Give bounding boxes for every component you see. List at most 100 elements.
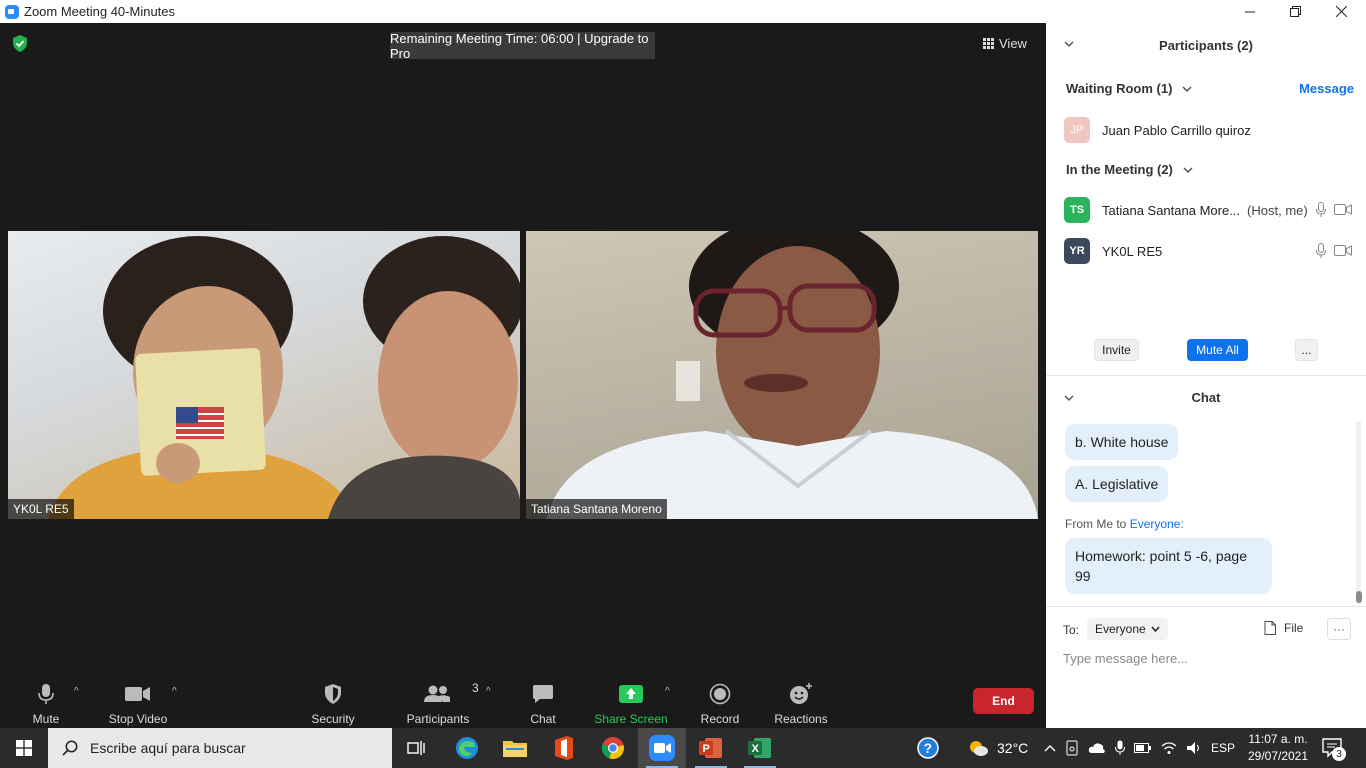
recipient-value: Everyone xyxy=(1095,622,1146,636)
audio-options-caret[interactable]: ^ xyxy=(74,686,79,697)
security-label: Security xyxy=(311,712,355,726)
notifications-button[interactable]: 3 xyxy=(1322,738,1346,763)
mute-button[interactable]: Mute xyxy=(28,682,64,726)
taskbar-edge[interactable] xyxy=(443,728,491,768)
file-button[interactable]: File xyxy=(1264,621,1303,635)
invite-button[interactable]: Invite xyxy=(1094,339,1139,361)
svg-text:?: ? xyxy=(924,740,933,756)
powerpoint-icon: P xyxy=(699,738,722,758)
weather-temperature: 32°C xyxy=(997,740,1029,756)
chevron-down-icon xyxy=(1182,85,1192,92)
weather-widget[interactable]: 32°C xyxy=(967,728,1028,768)
taskbar-file-explorer[interactable] xyxy=(491,728,539,768)
video-camera-icon xyxy=(125,687,150,701)
close-button[interactable] xyxy=(1318,0,1364,23)
view-label: View xyxy=(999,35,1027,51)
edge-browser-icon xyxy=(456,737,478,759)
recipient-dropdown[interactable]: Everyone xyxy=(1087,618,1168,640)
share-options-caret[interactable]: ^ xyxy=(665,686,670,697)
view-button[interactable]: View xyxy=(983,33,1027,53)
waiting-participant-row[interactable]: JP Juan Pablo Carrillo quiroz xyxy=(1064,117,1354,143)
stop-video-label: Stop Video xyxy=(108,712,168,726)
participant-row[interactable]: TS Tatiana Santana More... (Host, me) xyxy=(1064,197,1354,223)
input-language[interactable]: ESP xyxy=(1211,741,1235,755)
chat-recipient: Everyone: xyxy=(1129,517,1184,531)
task-view-button[interactable] xyxy=(392,728,440,768)
taskbar-excel[interactable]: X xyxy=(736,728,784,768)
security-button[interactable]: Security xyxy=(309,682,357,726)
reactions-smiley-icon xyxy=(790,683,812,704)
taskbar-clock[interactable]: 11:07 a. m. 29/07/2021 xyxy=(1244,731,1312,765)
maximize-button[interactable] xyxy=(1272,0,1318,23)
avatar: JP xyxy=(1064,117,1090,143)
chat-more-button[interactable]: ··· xyxy=(1327,618,1351,640)
chat-from-prefix: From Me to xyxy=(1065,517,1127,531)
file-label: File xyxy=(1284,621,1304,635)
more-options-button[interactable]: ... xyxy=(1295,339,1318,361)
participant-name: YK0L RE5 xyxy=(1102,243,1163,259)
collapse-chat-chevron-icon[interactable] xyxy=(1064,391,1074,405)
microphone-icon[interactable] xyxy=(1115,740,1125,756)
tile-name-label: Tatiana Santana Moreno xyxy=(526,499,667,519)
collapse-participants-chevron-icon[interactable] xyxy=(1064,37,1074,51)
participants-count: 3 xyxy=(472,681,479,695)
taskbar-chrome[interactable] xyxy=(589,728,637,768)
reactions-label: Reactions xyxy=(774,712,828,726)
participant-row[interactable]: YR YK0L RE5 xyxy=(1064,238,1354,264)
chat-message-input[interactable] xyxy=(1063,647,1348,669)
meeting-timer-banner[interactable]: Remaining Meeting Time: 06:00 | Upgrade … xyxy=(390,31,655,61)
taskbar-zoom[interactable] xyxy=(638,728,686,768)
video-options-caret[interactable]: ^ xyxy=(172,686,177,697)
chat-button[interactable]: Chat xyxy=(526,682,560,726)
share-screen-button[interactable]: Share Screen xyxy=(594,682,668,726)
participants-button[interactable]: 3 Participants xyxy=(405,681,479,726)
in-meeting-header[interactable]: In the Meeting (2) xyxy=(1066,162,1193,177)
microphone-icon[interactable] xyxy=(1316,202,1326,218)
waiting-room-header[interactable]: Waiting Room (1) xyxy=(1066,81,1192,96)
system-tray-icons: ESP xyxy=(1044,728,1235,768)
video-tile-yk0l[interactable]: YK0L RE5 xyxy=(8,231,520,519)
participants-icon xyxy=(424,685,450,702)
participants-title: Participants (2) xyxy=(1159,37,1253,53)
chrome-icon xyxy=(601,737,624,760)
taskbar-office[interactable] xyxy=(540,728,588,768)
video-camera-icon[interactable] xyxy=(1334,204,1352,215)
message-waiting-room-link[interactable]: Message xyxy=(1299,81,1354,96)
chat-message: Homework: point 5 -6, page 99 xyxy=(1065,538,1272,594)
participant-name: Tatiana Santana More... xyxy=(1102,202,1241,218)
record-button[interactable]: Record xyxy=(700,682,740,726)
participants-options-caret[interactable]: ^ xyxy=(486,686,491,697)
taskbar-powerpoint[interactable]: P xyxy=(687,728,735,768)
cloud-icon[interactable] xyxy=(1088,742,1106,754)
participants-label: Participants xyxy=(406,712,470,726)
windows-logo-icon xyxy=(16,740,32,756)
wifi-icon[interactable] xyxy=(1161,741,1177,755)
minimize-button[interactable] xyxy=(1227,0,1273,23)
zoom-app-icon xyxy=(5,4,19,19)
chat-scrollbar-track[interactable] xyxy=(1356,421,1361,603)
panel-divider xyxy=(1046,375,1366,376)
help-tray-icon[interactable]: ? xyxy=(917,728,939,768)
speaker-icon[interactable] xyxy=(1186,741,1202,755)
start-button[interactable] xyxy=(0,728,48,768)
encryption-shield-icon[interactable] xyxy=(12,35,28,52)
show-hidden-icons-icon[interactable] xyxy=(1044,744,1056,752)
stop-video-button[interactable]: Stop Video xyxy=(104,682,172,726)
device-icon[interactable] xyxy=(1065,740,1079,756)
mute-all-button[interactable]: Mute All xyxy=(1187,339,1248,361)
svg-text:P: P xyxy=(703,743,710,755)
restore-icon xyxy=(1289,6,1301,17)
chat-bubble-icon xyxy=(533,685,553,703)
end-meeting-button[interactable]: End xyxy=(973,688,1034,714)
file-icon xyxy=(1264,621,1276,635)
video-camera-icon[interactable] xyxy=(1334,245,1352,256)
taskbar-search-box[interactable]: Escribe aquí para buscar xyxy=(48,728,392,768)
video-tile-tatiana[interactable]: Tatiana Santana Moreno xyxy=(526,231,1038,519)
microphone-icon[interactable] xyxy=(1316,243,1326,259)
search-placeholder: Escribe aquí para buscar xyxy=(90,740,246,756)
reactions-button[interactable]: Reactions xyxy=(774,682,828,726)
battery-icon[interactable] xyxy=(1134,743,1152,753)
chat-message: A. Legislative xyxy=(1065,466,1169,502)
grid-view-icon xyxy=(983,37,994,49)
chat-scrollbar-thumb[interactable] xyxy=(1356,591,1362,603)
